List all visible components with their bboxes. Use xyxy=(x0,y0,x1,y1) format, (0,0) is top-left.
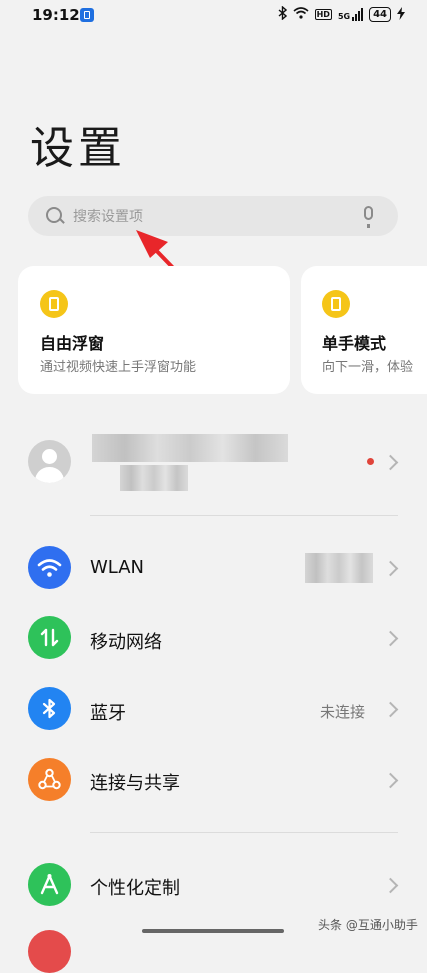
signal-icon: 5G xyxy=(337,8,364,21)
settings-item-label: 蓝牙 xyxy=(90,703,126,724)
microphone-icon[interactable] xyxy=(364,206,373,228)
card-subtitle: 向下一滑，体验 xyxy=(322,360,414,375)
network-type: 5G xyxy=(337,12,351,21)
mobile-network-icon xyxy=(28,616,71,659)
divider xyxy=(90,832,398,833)
next-setting-icon xyxy=(28,930,71,973)
search-icon xyxy=(46,207,62,223)
share-icon xyxy=(28,758,71,801)
bluetooth-icon xyxy=(28,687,71,730)
floating-window-icon xyxy=(40,290,68,318)
wifi-status-icon xyxy=(293,7,309,22)
bluetooth-status: 未连接 xyxy=(320,703,366,721)
one-hand-icon xyxy=(322,290,350,318)
floating-window-card[interactable]: 自由浮窗 通过视频快速上手浮窗功能 xyxy=(18,266,290,394)
notification-dot xyxy=(367,458,374,465)
divider xyxy=(90,515,398,516)
card-subtitle: 通过视频快速上手浮窗功能 xyxy=(40,360,197,375)
notification-app-icon xyxy=(80,8,94,22)
settings-item-label: 连接与共享 xyxy=(90,773,180,794)
account-name-redacted xyxy=(92,434,288,462)
settings-item-label: 个性化定制 xyxy=(90,878,180,899)
charging-icon xyxy=(397,6,405,23)
hd-badge: HD xyxy=(314,9,332,20)
status-indicators: HD 5G 44 xyxy=(278,5,405,23)
personalize-icon xyxy=(28,863,71,906)
account-id-redacted xyxy=(120,465,188,491)
wlan-ssid-redacted xyxy=(305,553,373,583)
status-bar: 19:12 HD 5G 44 xyxy=(0,0,427,32)
card-title: 自由浮窗 xyxy=(40,334,105,353)
home-indicator[interactable] xyxy=(142,929,284,933)
settings-item-label: WLAN xyxy=(90,557,145,578)
page-title: 设置 xyxy=(30,123,126,174)
battery-level: 44 xyxy=(369,7,391,22)
one-hand-mode-card[interactable]: 单手模式 向下一滑，体验 xyxy=(301,266,427,394)
bluetooth-status-icon xyxy=(278,5,287,23)
status-time: 19:12 xyxy=(32,6,80,24)
settings-item-label: 移动网络 xyxy=(90,632,162,653)
card-title: 单手模式 xyxy=(322,334,387,353)
watermark: 头条 @互通小助手 xyxy=(318,918,418,932)
avatar xyxy=(28,440,71,483)
search-input[interactable]: 搜索设置项 xyxy=(73,206,143,226)
wifi-icon xyxy=(28,546,71,589)
